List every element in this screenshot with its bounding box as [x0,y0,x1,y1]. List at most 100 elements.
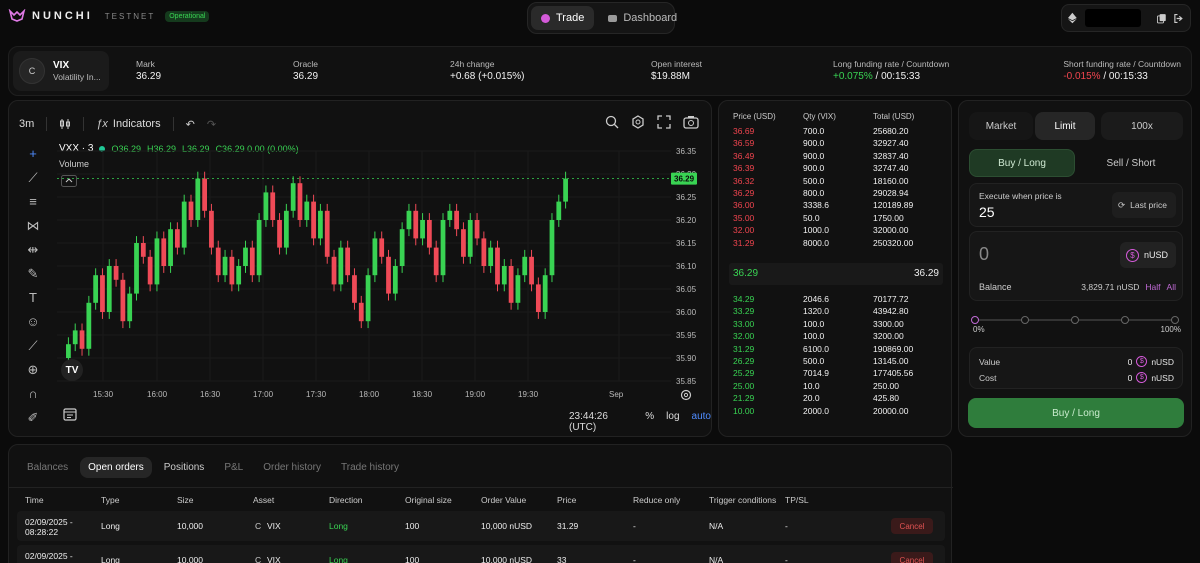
tab-order-history[interactable]: Order history [255,457,329,478]
bid-row[interactable]: 32.00 100.0 3200.00 [719,331,953,343]
app-logo[interactable]: NUNCHI TESTNET Operational [8,9,210,23]
ob-header-qty: Qty (VIX) [803,112,836,121]
order-type-market[interactable]: Market [969,112,1033,140]
ask-row[interactable]: 36.00 3338.6 120189.89 [719,200,953,212]
price-chart[interactable]: 36.3536.3036.2536.2036.1536.1036.0536.00… [9,101,713,438]
status-badge: Operational [165,10,210,22]
ask-row[interactable]: 35.00 50.0 1750.00 [719,213,953,225]
ask-row[interactable]: 36.39 900.0 32747.40 [719,163,953,175]
candle-body [413,210,419,239]
ob-price: 36.69 [733,126,755,136]
ask-row[interactable]: 31.29 8000.0 250320.00 [719,238,953,250]
ob-qty: 100.0 [803,331,825,342]
cell-order-value: 10,000 nUSD [481,521,533,531]
candle-body [249,247,255,276]
currency-selector[interactable]: $ nUSD [1120,242,1176,268]
log-scale-toggle[interactable]: log [666,411,679,433]
ob-price: 31.29 [733,237,755,248]
tab-open-orders[interactable]: Open orders [80,457,152,478]
time-tick-label: 15:30 [93,390,114,399]
asset-logo-icon: C [255,555,262,563]
bid-row[interactable]: 21.29 20.0 425.80 [719,393,953,405]
side-sell-short[interactable]: Sell / Short [1079,149,1183,177]
tab-pnl[interactable]: P&L [216,457,251,478]
wallet-widget[interactable] [1061,4,1191,32]
tab-positions[interactable]: Positions [156,457,213,478]
tab-trade-history[interactable]: Trade history [333,457,407,478]
ask-row[interactable]: 36.49 900.0 32837.40 [719,151,953,163]
bid-row[interactable]: 25.00 10.0 250.00 [719,381,953,393]
cancel-order-button[interactable]: Cancel [891,552,933,563]
slider-stop[interactable] [1071,316,1079,324]
candle-body [352,275,357,303]
candle-body [331,256,337,285]
last-price-button[interactable]: ⟳ Last price [1112,192,1176,218]
balance-label: Balance [979,282,1012,292]
bid-row[interactable]: 10.00 2000.0 20000.00 [719,406,953,418]
mid-price-left: 36.29 [733,268,759,279]
slider-stop[interactable] [1121,316,1129,324]
bid-row[interactable]: 33.00 100.0 3300.00 [719,319,953,331]
candle-body [529,256,534,285]
chart-settings-icon[interactable] [680,389,692,401]
slider-stop[interactable] [1021,316,1029,324]
half-button[interactable]: Half [1145,282,1160,292]
ask-row[interactable]: 36.29 800.0 29028.94 [719,188,953,200]
ob-total: 177405.56 [873,368,914,379]
nav-tab-label: Dashboard [623,12,678,24]
ask-row[interactable]: 36.69 700.0 25680.20 [719,126,953,138]
slider-stop[interactable] [971,316,979,324]
nav-tab-trade[interactable]: Trade [531,6,595,30]
ask-row[interactable]: 36.32 500.0 18160.00 [719,176,953,188]
candle-body [372,238,378,276]
bid-row[interactable]: 34.29 2046.6 70177.72 [719,294,953,306]
trigger-price-input[interactable]: 25 [979,204,995,220]
nav-tab-dashboard[interactable]: Dashboard [598,6,687,30]
cell-direction: Long [329,521,348,531]
stat-label: 24h change [450,59,495,69]
column-header: Time [25,495,44,505]
auto-scale-toggle[interactable]: auto [692,411,711,433]
time-tick-label: 18:30 [412,390,433,399]
ob-qty: 2046.6 [803,294,829,304]
date-range-icon[interactable] [63,407,77,421]
copy-icon[interactable] [1156,13,1167,24]
cell-tpsl: - [785,555,788,563]
ob-qty: 50.0 [803,212,820,223]
bid-row[interactable]: 33.29 1320.0 43942.80 [719,306,953,318]
candle-body [181,201,187,248]
price-tick-label: 36.00 [676,308,697,317]
cell-original-size: 100 [405,521,420,531]
order-type-limit[interactable]: Limit [1035,112,1095,140]
candle-body [188,201,194,220]
logout-icon[interactable] [1174,13,1184,24]
percent-scale-toggle[interactable]: % [645,411,654,433]
utc-clock[interactable]: 23:44:26 (UTC) [569,411,633,433]
bid-row[interactable]: 31.29 6100.0 190869.00 [719,344,953,356]
candle-body [147,256,153,285]
candle-body [399,229,405,266]
ob-qty: 100.0 [803,318,825,329]
bid-row[interactable]: 25.29 7014.9 177405.56 [719,368,953,380]
cell-type: Long [101,555,120,563]
price-tick-label: 35.85 [676,377,697,386]
amount-input[interactable]: 0 [979,244,989,265]
ob-total: 32747.40 [873,163,909,174]
ob-qty: 1320.0 [803,306,829,317]
asset-selector[interactable]: C VIX Volatility In... [13,51,109,91]
ask-row[interactable]: 36.59 900.0 32927.40 [719,138,953,150]
cell-tpsl: - [785,521,788,531]
all-button[interactable]: All [1167,282,1176,292]
tab-balances[interactable]: Balances [19,457,76,478]
bid-row[interactable]: 26.29 500.0 13145.00 [719,356,953,368]
column-header: Trigger conditions [709,495,777,505]
ob-price: 32.00 [733,331,755,342]
submit-order-button[interactable]: Buy / Long [968,398,1184,428]
slider-stop[interactable] [1171,316,1179,324]
side-buy-long[interactable]: Buy / Long [969,149,1075,177]
cancel-order-button[interactable]: Cancel [891,518,933,534]
candle-body [324,210,330,257]
leverage-selector[interactable]: 100x [1101,112,1183,140]
candle-body [406,210,412,230]
ask-row[interactable]: 32.00 1000.0 32000.00 [719,225,953,237]
